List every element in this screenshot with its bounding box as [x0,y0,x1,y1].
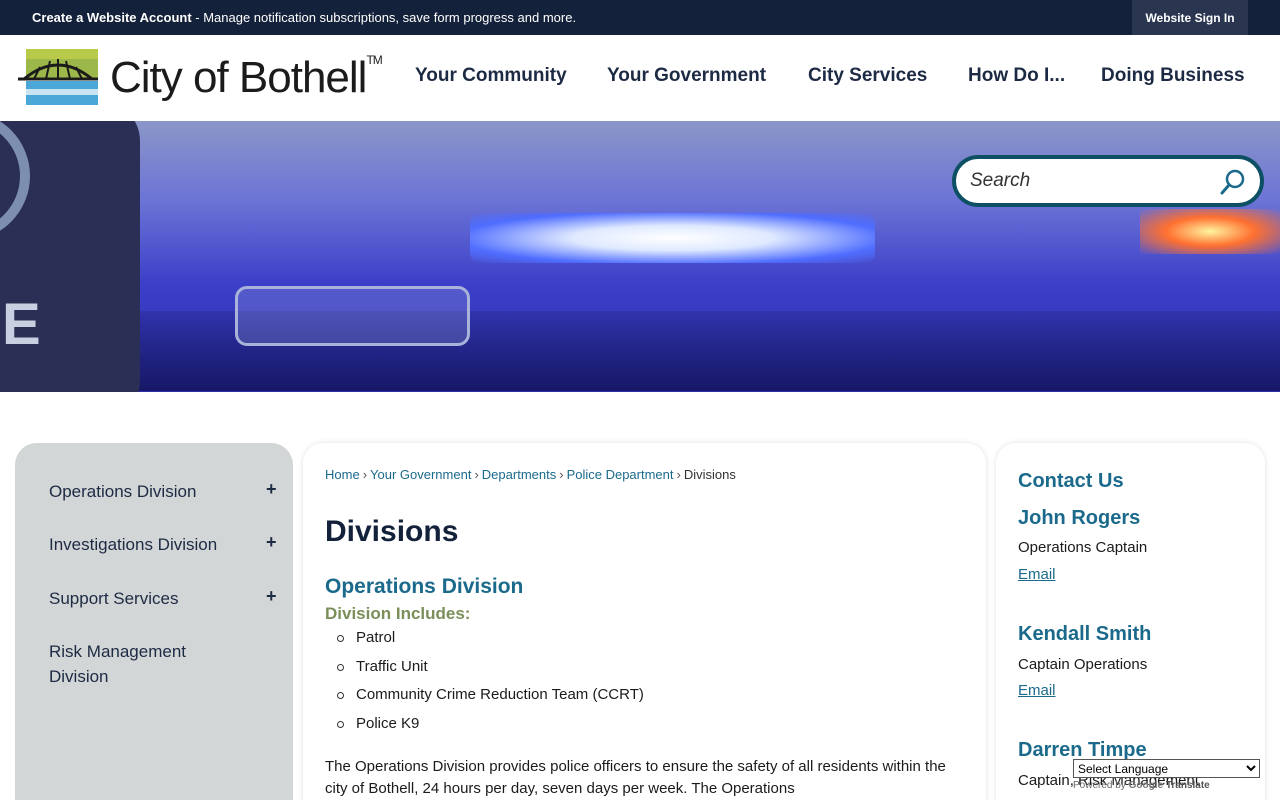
division-list: Patrol Traffic Unit Community Crime Redu… [337,627,644,741]
contact-panel: Contact Us John Rogers Operations Captai… [996,443,1265,800]
hero-dashboard-shape [0,311,1280,391]
powered-by-label: Powered by [1073,780,1126,791]
breadcrumb-home[interactable]: Home [325,467,360,482]
contact-email-link[interactable]: Email [1018,566,1056,583]
list-item: Traffic Unit [337,656,644,685]
breadcrumb-police-department[interactable]: Police Department [567,467,674,482]
utility-bar: Create a Website Account - Manage notifi… [0,0,1280,35]
contact-name: Kendall Smith [1018,623,1152,645]
create-account-description: - Manage notification subscriptions, sav… [191,10,577,25]
city-name: City of BothellTM [110,53,383,103]
create-account-label[interactable]: Create a Website Account [32,10,192,25]
section-title: Operations Division [325,575,524,598]
sidebar-item-operations-division[interactable]: Operations Division [49,479,279,504]
breadcrumb-separator: › [676,467,681,482]
expand-support-services-icon[interactable]: + [266,586,277,607]
bridge-logo-icon [18,49,98,107]
search-box [952,155,1264,207]
hero-police-patch: ICE [0,121,140,392]
list-item: Police K9 [337,713,644,742]
section-sidebar: Operations Division + Investigations Div… [15,443,293,800]
trademark-mark: TM [366,53,382,67]
sidebar-item-investigations-division[interactable]: Investigations Division [49,532,279,557]
contact-email-link[interactable]: Email [1018,682,1056,699]
nav-doing-business[interactable]: Doing Business [1101,65,1245,87]
division-includes-label: Division Includes: [325,604,471,623]
nav-your-government[interactable]: Your Government [607,65,766,87]
contact-name: John Rogers [1018,507,1141,529]
translate-link[interactable]: Translate [1166,780,1210,791]
body-paragraph: The Operations Division provides police … [325,758,946,797]
sidebar-item-support-services[interactable]: Support Services [49,586,279,611]
breadcrumb: Home › Your Government › Departments › Police … [325,467,736,482]
breadcrumb-separator: › [474,467,479,482]
translate-widget: Select Language Powered by Google Transl… [1073,759,1261,791]
create-account-link[interactable]: Create a Website Account - Manage notifi… [32,10,576,25]
contact-title: Contact Us [1018,470,1124,492]
hero-patch-seal [0,121,30,241]
search-input[interactable] [970,170,1210,192]
city-name-text: City of Bothell [110,53,367,102]
page-title: Divisions [325,515,459,548]
google-logo: Google [1128,780,1164,791]
breadcrumb-your-government[interactable]: Your Government [370,467,471,482]
nav-your-community[interactable]: Your Community [415,65,567,87]
hero-red-light [1140,209,1280,254]
site-header: City of BothellTM Your Community Your Go… [0,35,1280,121]
hero-light-housing [235,286,470,346]
main-content: Home › Your Government › Departments › Police … [303,443,986,800]
website-sign-in-button[interactable]: Website Sign In [1132,0,1248,35]
language-select[interactable]: Select Language [1073,759,1260,778]
nav-how-do-i[interactable]: How Do I... [968,65,1065,87]
hero-patch-text: ICE [0,292,43,357]
breadcrumb-separator: › [559,467,564,482]
expand-operations-icon[interactable]: + [266,479,277,500]
sidebar-item-risk-management-division[interactable]: Risk Management Division [49,639,239,689]
breadcrumb-separator: › [362,467,368,482]
contact-role: Captain Operations [1018,656,1148,673]
nav-city-services[interactable]: City Services [808,65,927,87]
list-item: Community Crime Reduction Team (CCRT) [337,684,644,713]
breadcrumb-departments[interactable]: Departments [482,467,556,482]
list-item: Patrol [337,627,644,656]
breadcrumb-current: Divisions [683,467,736,482]
expand-investigations-icon[interactable]: + [266,532,277,553]
powered-by-google: Powered by Google Translate [1073,780,1261,791]
city-logo-link[interactable]: City of BothellTM [18,47,388,109]
search-icon[interactable] [1220,169,1246,195]
contact-role: Operations Captain [1018,539,1148,556]
search-field-wrapper [956,159,1260,203]
hero-blue-lightbar [470,213,875,263]
